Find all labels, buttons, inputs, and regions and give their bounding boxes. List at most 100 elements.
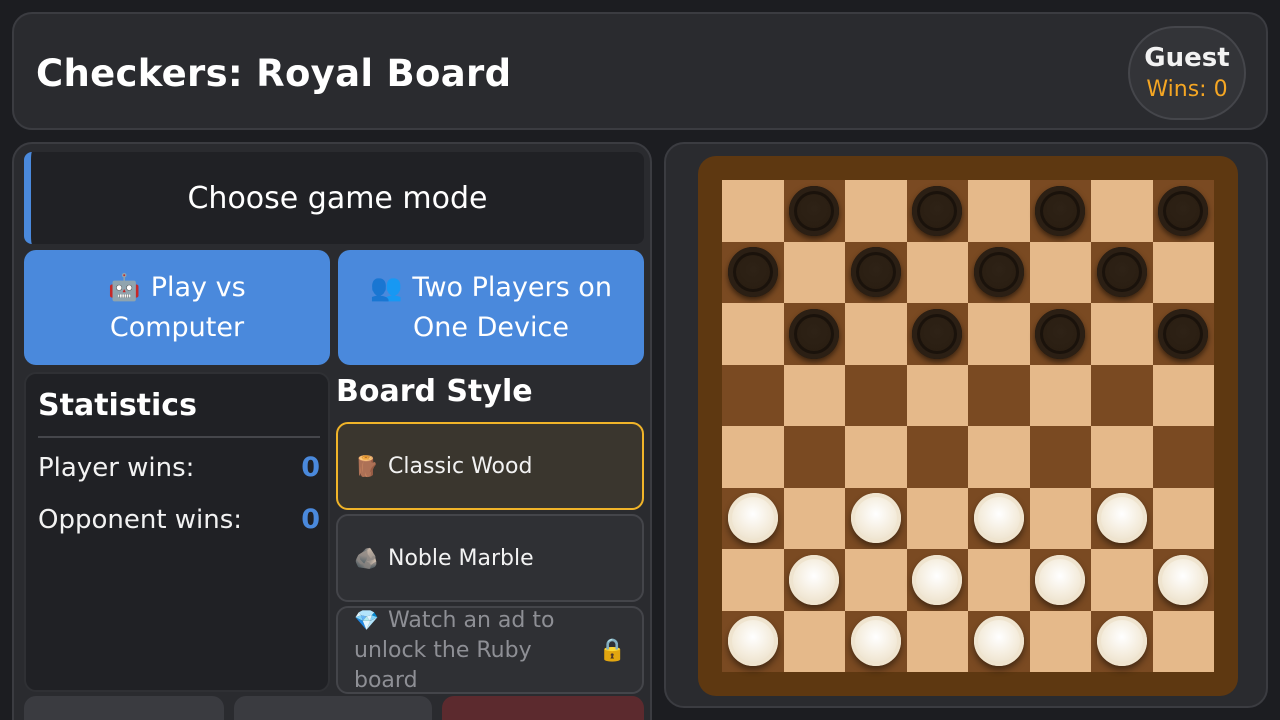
user-name: Guest — [1144, 43, 1230, 73]
opponent-wins-value: 0 — [301, 504, 320, 535]
board-square[interactable] — [1029, 610, 1091, 672]
board-square[interactable] — [845, 549, 907, 611]
bottom-button-3[interactable] — [442, 696, 644, 720]
black-checker-piece[interactable] — [1096, 247, 1147, 298]
user-wins: Wins: 0 — [1146, 77, 1228, 102]
white-checker-piece[interactable] — [727, 493, 778, 544]
board-square[interactable] — [783, 426, 845, 488]
board-square[interactable] — [1091, 364, 1153, 426]
mode-title: Choose game mode — [187, 180, 488, 216]
white-checker-piece[interactable] — [789, 554, 840, 605]
player-wins-label: Player wins: — [38, 452, 195, 483]
board-square[interactable] — [1152, 364, 1214, 426]
white-checker-piece[interactable] — [1096, 493, 1147, 544]
board-panel — [664, 142, 1268, 708]
board-square[interactable] — [722, 303, 784, 365]
board-square[interactable] — [722, 364, 784, 426]
rock-icon: 🪨 — [354, 546, 379, 570]
black-checker-piece[interactable] — [912, 308, 963, 359]
board-square[interactable] — [906, 610, 968, 672]
app-header: Checkers: Royal Board Guest Wins: 0 — [12, 12, 1268, 130]
board-style-label: Noble Marble — [388, 545, 534, 571]
board-square[interactable] — [845, 364, 907, 426]
board-square[interactable] — [1091, 180, 1153, 242]
user-badge[interactable]: Guest Wins: 0 — [1128, 26, 1246, 120]
white-checker-piece[interactable] — [912, 554, 963, 605]
two-players-button[interactable]: 👥 Two Players on One Device — [338, 250, 644, 365]
board-square[interactable] — [968, 364, 1030, 426]
player-wins-row: Player wins: 0 — [38, 452, 320, 483]
opponent-wins-row: Opponent wins: 0 — [38, 504, 320, 535]
gem-icon: 💎 — [354, 607, 379, 632]
statistics-divider — [38, 436, 320, 438]
board-square[interactable] — [1091, 426, 1153, 488]
black-checker-piece[interactable] — [973, 247, 1024, 298]
board-style-label: Watch an ad to unlock the Ruby board — [354, 607, 555, 693]
board-square[interactable] — [1029, 241, 1091, 303]
black-checker-piece[interactable] — [912, 185, 963, 236]
board-style-classic-wood[interactable]: 🪵 Classic Wood — [336, 422, 644, 510]
two-users-icon: 👥 — [370, 272, 403, 303]
board-square[interactable] — [1091, 303, 1153, 365]
white-checker-piece[interactable] — [973, 616, 1024, 667]
play-vs-computer-button[interactable]: 🤖 Play vs Computer — [24, 250, 330, 365]
black-checker-piece[interactable] — [1035, 185, 1086, 236]
board-square[interactable] — [1152, 426, 1214, 488]
white-checker-piece[interactable] — [727, 616, 778, 667]
black-checker-piece[interactable] — [789, 185, 840, 236]
black-checker-piece[interactable] — [1158, 185, 1209, 236]
board-square[interactable] — [968, 180, 1030, 242]
board-square[interactable] — [968, 303, 1030, 365]
board-square[interactable] — [1029, 487, 1091, 549]
board-style-label: Classic Wood — [388, 453, 533, 479]
white-checker-piece[interactable] — [1035, 554, 1086, 605]
board-square[interactable] — [722, 180, 784, 242]
board-square[interactable] — [968, 549, 1030, 611]
board-style-ruby-locked[interactable]: 💎 Watch an ad to unlock the Ruby board 🔒 — [336, 606, 644, 694]
board-style-title: Board Style — [336, 374, 533, 409]
black-checker-piece[interactable] — [1158, 308, 1209, 359]
board-square[interactable] — [845, 180, 907, 242]
bottom-button-2[interactable] — [234, 696, 432, 720]
board-square[interactable] — [783, 364, 845, 426]
board-square[interactable] — [1091, 549, 1153, 611]
board-square[interactable] — [1152, 241, 1214, 303]
board-square[interactable] — [1029, 364, 1091, 426]
app-title: Checkers: Royal Board — [36, 52, 512, 95]
board-square[interactable] — [906, 426, 968, 488]
board-square[interactable] — [722, 426, 784, 488]
bottom-button-1[interactable] — [24, 696, 224, 720]
board-square[interactable] — [968, 426, 1030, 488]
white-checker-piece[interactable] — [1158, 554, 1209, 605]
opponent-wins-label: Opponent wins: — [38, 504, 243, 535]
board-square[interactable] — [783, 610, 845, 672]
board-square[interactable] — [906, 364, 968, 426]
two-players-label: Two Players on One Device — [412, 271, 612, 343]
board-square[interactable] — [906, 487, 968, 549]
board-square[interactable] — [1029, 426, 1091, 488]
board-square[interactable] — [845, 426, 907, 488]
mode-title-box: Choose game mode — [24, 152, 644, 244]
board-square[interactable] — [783, 487, 845, 549]
robot-icon: 🤖 — [108, 272, 141, 303]
board-square[interactable] — [845, 303, 907, 365]
board-square[interactable] — [1152, 610, 1214, 672]
board-square[interactable] — [1152, 487, 1214, 549]
black-checker-piece[interactable] — [1035, 308, 1086, 359]
board-style-noble-marble[interactable]: 🪨 Noble Marble — [336, 514, 644, 602]
white-checker-piece[interactable] — [850, 493, 901, 544]
white-checker-piece[interactable] — [850, 616, 901, 667]
black-checker-piece[interactable] — [727, 247, 778, 298]
statistics-panel: Statistics Player wins: 0 Opponent wins:… — [24, 372, 330, 692]
statistics-title: Statistics — [38, 388, 197, 423]
board-square[interactable] — [906, 241, 968, 303]
black-checker-piece[interactable] — [850, 247, 901, 298]
board-square[interactable] — [783, 241, 845, 303]
checkers-board[interactable] — [722, 180, 1214, 672]
player-wins-value: 0 — [301, 452, 320, 483]
board-square[interactable] — [722, 549, 784, 611]
board-frame — [698, 156, 1238, 696]
white-checker-piece[interactable] — [973, 493, 1024, 544]
white-checker-piece[interactable] — [1096, 616, 1147, 667]
black-checker-piece[interactable] — [789, 308, 840, 359]
